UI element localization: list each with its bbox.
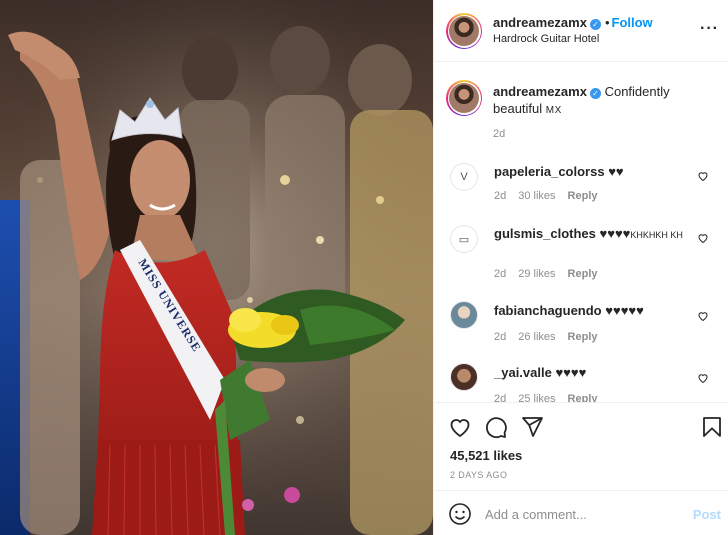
commenter-username[interactable]: gulsmis_clothes — [494, 226, 596, 241]
commenter-username[interactable]: fabianchaguendo — [494, 303, 602, 318]
more-options-icon[interactable]: ··· — [700, 20, 719, 38]
likes-count[interactable]: 45,521 likes — [450, 448, 522, 463]
comment-body: ♥♥ — [608, 164, 624, 179]
save-bookmark-icon[interactable] — [700, 415, 724, 439]
add-comment-input[interactable] — [485, 503, 675, 525]
comment-time[interactable]: 2d — [494, 331, 506, 343]
author-username[interactable]: andreamezamx — [493, 15, 587, 30]
like-comment-heart-icon[interactable] — [697, 310, 709, 322]
comment-meta: 2d 29 likes Reply — [494, 268, 610, 280]
comment-meta: 2d 26 likes Reply — [494, 331, 610, 343]
comment-body: ♥♥♥♥♥ — [605, 303, 644, 318]
commenter-avatar[interactable] — [450, 363, 478, 391]
comment-time[interactable]: 2d — [494, 393, 506, 402]
follow-button[interactable]: Follow — [612, 15, 653, 30]
comment-likes[interactable]: 25 likes — [518, 393, 555, 402]
add-comment-bar: Post — [434, 490, 728, 535]
comment-body: ♥♥♥♥ — [555, 365, 587, 380]
like-comment-heart-icon[interactable] — [697, 372, 709, 384]
reply-button[interactable]: Reply — [568, 393, 598, 402]
like-heart-icon[interactable] — [448, 415, 472, 439]
post-side-panel: andreamezamx ✓ • Follow Hardrock Guitar Hot… — [433, 0, 728, 535]
commenter-username[interactable]: papeleria_colorss — [494, 164, 605, 179]
caption: andreamezamx ✓ Confidently beautiful MX 2… — [434, 62, 728, 142]
caption-username[interactable]: andreamezamx — [493, 84, 587, 99]
like-comment-heart-icon[interactable] — [697, 170, 709, 182]
emoji-smile-icon[interactable] — [448, 502, 472, 526]
comment-body-extra: KHKHKH KH — [630, 230, 683, 240]
photo-illustration: MISS UNIVERSE — [0, 0, 433, 535]
comment-likes[interactable]: 29 likes — [518, 268, 555, 280]
verified-badge-icon: ✓ — [589, 88, 601, 99]
caption-timestamp[interactable]: 2d — [493, 128, 505, 140]
caption-avatar[interactable] — [446, 80, 482, 116]
header-author-line: andreamezamx ✓ • Follow — [493, 15, 653, 30]
reply-button[interactable]: Reply — [568, 331, 598, 343]
comment-time[interactable]: 2d — [494, 190, 506, 202]
comment-meta: 2d 25 likes Reply — [494, 393, 610, 402]
post-location[interactable]: Hardrock Guitar Hotel — [493, 33, 599, 45]
comment-meta: 2d 30 likes Reply — [494, 190, 610, 202]
like-comment-heart-icon[interactable] — [697, 232, 709, 244]
commenter-avatar[interactable]: ▭ — [450, 225, 478, 253]
caption-text-block: andreamezamx ✓ Confidently beautiful MX — [493, 83, 693, 119]
separator-dot: • — [604, 15, 610, 30]
comment-bubble-icon[interactable] — [484, 415, 508, 439]
post-header: andreamezamx ✓ • Follow Hardrock Guitar Hot… — [434, 0, 728, 62]
comment-text: _yai.valle ♥♥♥♥ — [494, 364, 684, 381]
post-actions: 45,521 likes 2 DAYS AGO — [434, 402, 728, 490]
comment-text: fabianchaguendo ♥♥♥♥♥ — [494, 302, 684, 319]
author-avatar[interactable] — [446, 13, 482, 49]
post-photo[interactable]: MISS UNIVERSE — [0, 0, 433, 535]
post-timestamp[interactable]: 2 DAYS AGO — [450, 470, 507, 480]
comment-text: papeleria_colorss ♥♥ — [494, 163, 684, 180]
reply-button[interactable]: Reply — [568, 268, 598, 280]
comment-body: ♥♥♥♥ — [599, 226, 631, 241]
commenter-avatar[interactable] — [450, 301, 478, 329]
post-comment-button[interactable]: Post — [693, 507, 721, 522]
share-send-icon[interactable] — [520, 415, 544, 439]
reply-button[interactable]: Reply — [568, 190, 598, 202]
verified-badge-icon: ✓ — [589, 19, 601, 30]
commenter-username[interactable]: _yai.valle — [494, 365, 552, 380]
comments-list[interactable]: andreamezamx ✓ Confidently beautiful MX 2… — [434, 62, 728, 402]
flag-emoji: MX — [545, 105, 562, 116]
comment-likes[interactable]: 30 likes — [518, 190, 555, 202]
commenter-avatar[interactable]: V — [450, 163, 478, 191]
comment-text: gulsmis_clothes ♥♥♥♥KHKHKH KH — [494, 225, 684, 244]
comment-likes[interactable]: 26 likes — [518, 331, 555, 343]
comment-time[interactable]: 2d — [494, 268, 506, 280]
